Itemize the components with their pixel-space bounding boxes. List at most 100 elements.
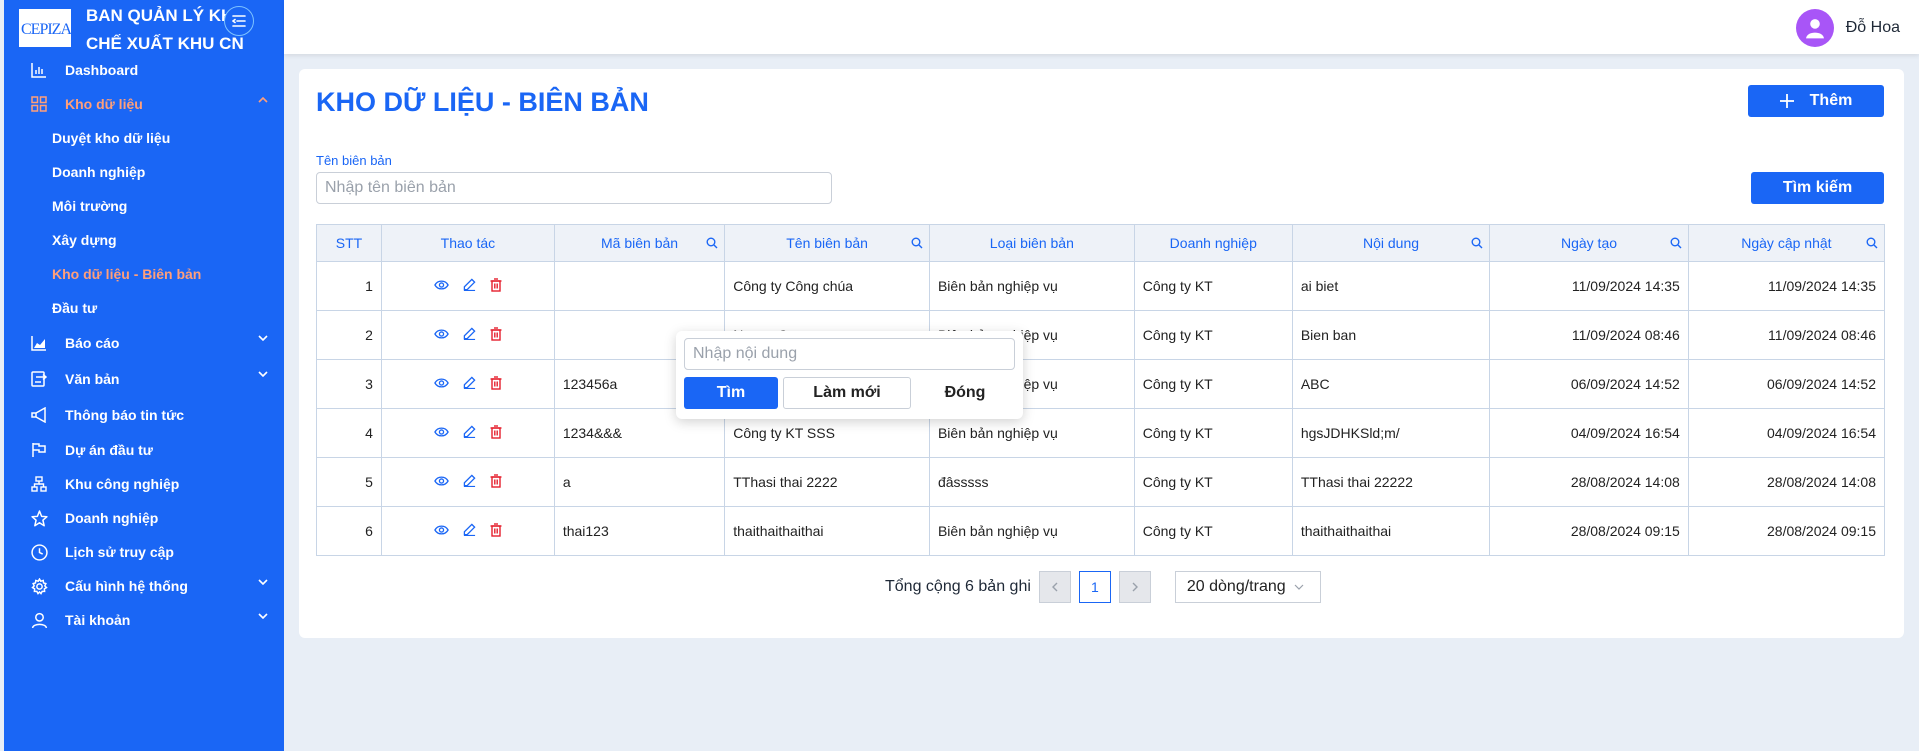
view-icon[interactable]	[434, 425, 449, 442]
search-icon[interactable]	[1670, 237, 1682, 249]
column-header-stt: STT	[316, 224, 382, 262]
table-row[interactable]: 2Nguye CuongBiên bản nghiệp vụCông ty KT…	[316, 310, 1886, 360]
table-row[interactable]: 3123456aCông ty KT ABCBiên bản nghiệp vụ…	[316, 359, 1886, 409]
delete-icon[interactable]	[490, 326, 502, 344]
column-header-thao-tac: Thao tác	[380, 224, 555, 262]
search-icon[interactable]	[706, 237, 718, 249]
cepiza-logo: CEPIZA	[19, 9, 72, 47]
page-size-select[interactable]: 20 dòng/trang	[1174, 571, 1321, 603]
sidebar-item-dashboard[interactable]: Dashboard	[4, 53, 284, 87]
sidebar-subitem-xay-dung[interactable]: Xây dựng	[4, 223, 284, 257]
sidebar-item-du-an[interactable]: Dự án đầu tư	[4, 433, 284, 467]
sidebar-item-cau-hinh[interactable]: Cấu hình hệ thống	[4, 569, 284, 603]
sidebar-item-doanh-nghiep[interactable]: Doanh nghiệp	[4, 501, 284, 535]
cell-actions	[380, 261, 555, 311]
sidebar-item-van-ban[interactable]: Văn bản	[4, 361, 284, 397]
delete-icon[interactable]	[490, 473, 502, 491]
column-header-ngay-cap-nhat: Ngày cập nhật	[1687, 224, 1886, 262]
search-icon[interactable]	[1471, 237, 1483, 249]
sidebar-subitem-moi-truong[interactable]: Môi trường	[4, 189, 284, 223]
cell-loai: Biên bản nghiệp vụ	[928, 506, 1135, 556]
cell-stt: 1	[316, 261, 382, 311]
view-icon	[434, 524, 449, 535]
edit-icon[interactable]	[463, 522, 476, 540]
sidebar-subitem-doanh-nghiep[interactable]: Doanh nghiệp	[4, 155, 284, 189]
cell-doanh-nghiep: Công ty KT	[1133, 261, 1293, 311]
prev-page-button[interactable]	[1038, 571, 1071, 603]
sidebar-item-label: Doanh nghiệp	[65, 510, 159, 526]
cell-loai: Biên bản nghiệp vụ	[928, 261, 1135, 311]
edit-icon[interactable]	[463, 473, 476, 491]
record-name-input[interactable]	[316, 172, 832, 204]
cell-ngay-cap-nhat: 04/09/2024 16:54	[1687, 408, 1886, 458]
popover-close-button[interactable]: Đóng	[916, 377, 1014, 409]
cell-noi-dung: Bien ban	[1291, 310, 1491, 360]
delete-icon[interactable]	[490, 375, 502, 393]
edit-icon[interactable]	[463, 375, 476, 393]
cell-stt: 4	[316, 408, 382, 458]
column-label: Mã biên bản	[601, 235, 679, 251]
view-icon[interactable]	[434, 474, 449, 491]
delete-icon[interactable]	[490, 522, 502, 540]
view-icon	[434, 475, 449, 486]
sidebar-subitem-dau-tu[interactable]: Đầu tư	[4, 291, 284, 325]
sidebar-item-bao-cao[interactable]: Báo cáo	[4, 325, 284, 361]
view-icon[interactable]	[434, 278, 449, 295]
sidebar-subitem-bien-ban[interactable]: Kho dữ liệu - Biên bản	[4, 257, 284, 291]
table-row[interactable]: 6 thai123 thaithaithaithai Biên bản nghiệp …	[316, 506, 1886, 556]
filter-label: Tên biên bản	[316, 153, 392, 168]
cell-ngay-tao: 11/09/2024 08:46	[1489, 310, 1689, 360]
delete-icon	[490, 473, 502, 488]
table-row[interactable]: 5 a TThasi thai 2222 đâsssss Công ty KT TThas…	[316, 457, 1886, 507]
search-icon[interactable]	[911, 237, 923, 249]
sidebar-item-khu-cong-nghiep[interactable]: Khu công nghiệp	[4, 467, 284, 501]
column-label: Nội dung	[1363, 235, 1420, 251]
view-icon[interactable]	[434, 327, 449, 344]
table-row[interactable]: 4 1234&&& Công ty KT SSS Biên bản nghiệp vụ…	[316, 408, 1886, 458]
delete-icon	[490, 326, 502, 341]
cell-noi-dung: thaithaithaithai	[1291, 506, 1491, 556]
popover-reset-button[interactable]: Làm mới	[783, 377, 911, 409]
user-menu[interactable]: Đỗ Hoa	[1795, 9, 1900, 47]
column-label: Ngày cập nhật	[1741, 235, 1832, 251]
delete-icon	[490, 277, 502, 292]
user-icon	[1805, 19, 1824, 39]
table-row[interactable]: 1 Công ty Công chúa Biên bản nghiệp vụ Công…	[316, 261, 1886, 311]
user-name: Đỗ Hoa	[1845, 19, 1900, 36]
sidebar-item-label: Tài khoản	[65, 612, 131, 628]
cell-ma: a	[553, 457, 726, 507]
sidebar-item-tai-khoan[interactable]: Tài khoản	[4, 603, 284, 637]
cell-doanh-nghiep: Công ty KT	[1133, 310, 1293, 360]
page-title: KHO DỮ LIỆU - BIÊN BẢN	[316, 87, 649, 117]
delete-icon[interactable]	[490, 424, 502, 442]
search-icon[interactable]	[1866, 237, 1878, 249]
cell-stt: 2	[316, 310, 382, 360]
collapse-sidebar-button[interactable]	[224, 6, 254, 36]
popover-find-button[interactable]: Tìm	[684, 377, 778, 409]
sidebar-item-lich-su[interactable]: Lịch sử truy cập	[4, 535, 284, 569]
edit-icon[interactable]	[463, 277, 476, 295]
chevron-down-icon	[258, 371, 268, 377]
add-button[interactable]: Thêm	[1748, 85, 1884, 117]
sidebar-item-label: Kho dữ liệu	[65, 96, 143, 112]
sidebar: CEPIZA BAN QUẢN LÝ KHU CHẾ XUẤT KHU CN D…	[4, 0, 284, 751]
menu-fold-icon	[232, 15, 246, 27]
grid-icon	[28, 93, 50, 115]
next-page-button[interactable]	[1118, 571, 1151, 603]
edit-icon[interactable]	[463, 424, 476, 442]
delete-icon[interactable]	[490, 277, 502, 295]
view-icon[interactable]	[434, 523, 449, 540]
filter-content-input[interactable]	[684, 338, 1015, 370]
sidebar-item-kho-du-lieu[interactable]: Kho dữ liệu	[4, 87, 284, 121]
view-icon[interactable]	[434, 376, 449, 393]
sidebar-item-thong-bao[interactable]: Thông báo tin tức	[4, 397, 284, 433]
bar-chart-icon	[28, 59, 50, 81]
page-number[interactable]: 1	[1078, 571, 1111, 603]
sidebar-subitem-duyet[interactable]: Duyệt kho dữ liệu	[4, 121, 284, 155]
cell-actions	[380, 310, 555, 360]
cell-ngay-cap-nhat: 28/08/2024 09:15	[1687, 506, 1886, 556]
sidebar-menu: Dashboard Kho dữ liệu Duyệt kho dữ liệu …	[4, 53, 284, 637]
cell-ngay-cap-nhat: 11/09/2024 14:35	[1687, 261, 1886, 311]
search-button[interactable]: Tìm kiếm	[1751, 172, 1884, 204]
edit-icon[interactable]	[463, 326, 476, 344]
